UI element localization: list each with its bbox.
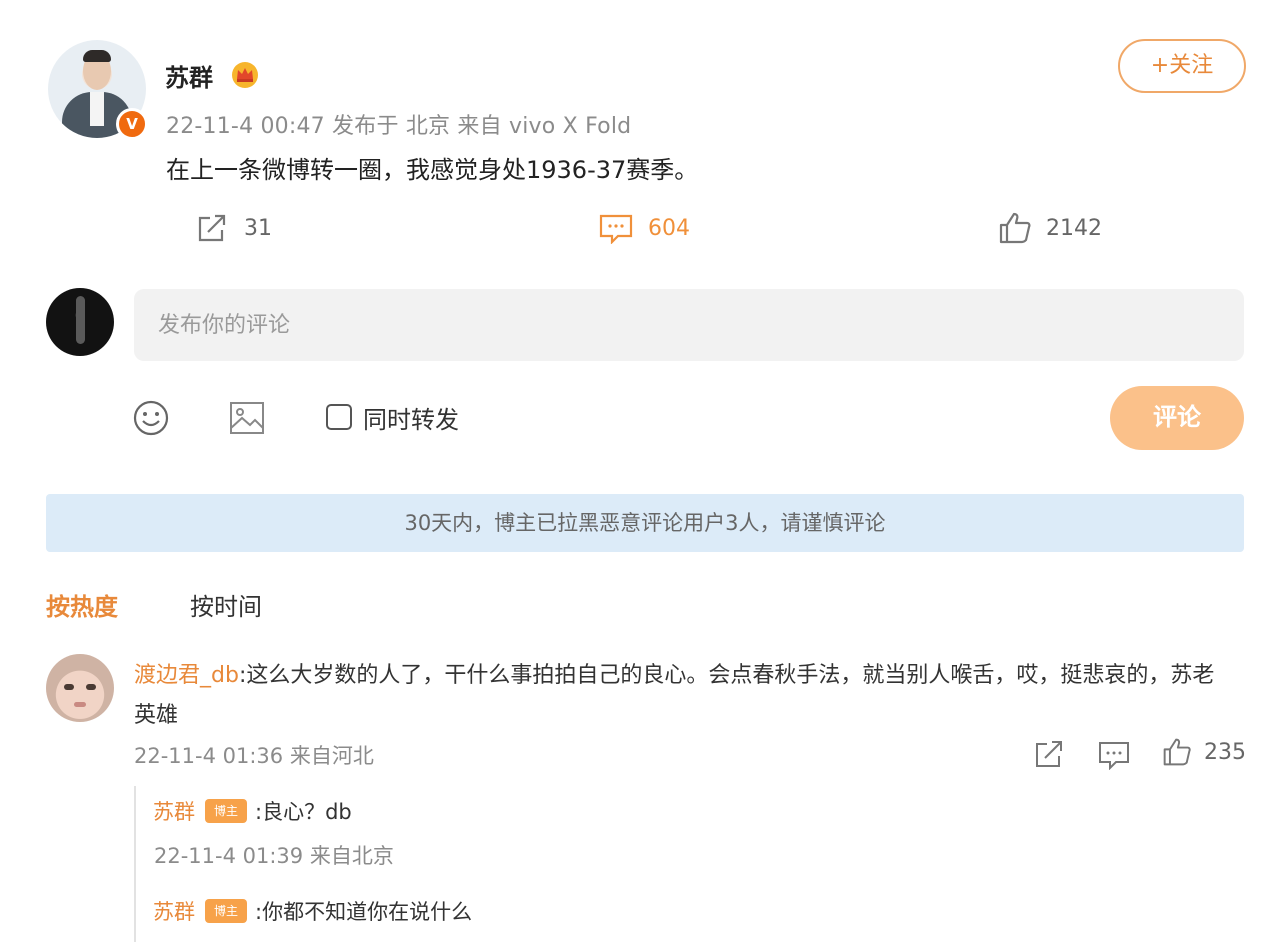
repost-action[interactable]: 31 (196, 210, 272, 246)
author-tag-badge: 博主 (205, 799, 247, 823)
comment-icon (599, 214, 633, 244)
reply-meta: 22-11-4 01:39 来自北京 (154, 844, 394, 868)
comment-content: :这么大岁数的人了，干什么事拍拍自己的良心。会点春秋手法，就当别人喉舌，哎，挺悲… (134, 663, 1215, 728)
emoji-icon[interactable] (132, 399, 170, 437)
reply-divider (134, 786, 136, 942)
reply-text: :良心？db (255, 800, 352, 824)
repost-checkbox-label[interactable]: 同时转发 (363, 400, 459, 435)
image-icon[interactable] (228, 400, 266, 436)
reply-item: 苏群 博主 :你都不知道你在说什么 (153, 896, 472, 926)
comment-reply-icon[interactable] (1098, 740, 1130, 770)
submit-comment-button[interactable]: 评论 (1110, 386, 1244, 450)
repost-count: 31 (244, 215, 272, 241)
comment-repost-icon[interactable] (1034, 739, 1066, 769)
crown-icon (232, 62, 258, 88)
reply-author[interactable]: 苏群 (153, 896, 195, 926)
follow-button[interactable]: +关注 (1118, 39, 1246, 93)
like-action[interactable]: 2142 (998, 210, 1102, 246)
comment-like-action[interactable]: 235 (1162, 736, 1246, 768)
comment-text: 渡边君_db:这么大岁数的人了，干什么事拍拍自己的良心。会点春秋手法，就当别人喉… (134, 656, 1224, 736)
reply-text: :你都不知道你在说什么 (255, 900, 473, 924)
commenter-avatar[interactable] (46, 654, 114, 722)
tab-sort-by-hot[interactable]: 按热度 (46, 587, 118, 622)
author-name[interactable]: 苏群 (165, 58, 213, 93)
repost-checkbox[interactable] (326, 404, 352, 430)
like-count: 2142 (1046, 215, 1102, 241)
reply-item: 苏群 博主 :良心？db (153, 796, 352, 826)
my-avatar (46, 288, 114, 356)
post-text: 在上一条微博转一圈，我感觉身处1936-37赛季。 (166, 156, 699, 184)
comment-like-count: 235 (1204, 739, 1246, 765)
verified-badge: V (116, 108, 148, 140)
repost-icon (198, 214, 226, 242)
thumbs-up-icon (1163, 738, 1191, 766)
comment-action[interactable]: 604 (598, 210, 690, 246)
thumbs-up-icon (999, 212, 1031, 244)
blocklist-notice: 30天内，博主已拉黑恶意评论用户3人，请谨慎评论 (46, 494, 1244, 552)
comment-meta: 22-11-4 01:36 来自河北 (134, 744, 374, 768)
comment-count: 604 (648, 215, 690, 241)
reply-author[interactable]: 苏群 (153, 796, 195, 826)
post-meta: 22-11-4 00:47 发布于 北京 来自 vivo X Fold (166, 114, 632, 139)
comment-input[interactable] (134, 289, 1244, 361)
tab-sort-by-time[interactable]: 按时间 (190, 587, 262, 622)
commenter-name[interactable]: 渡边君_db (134, 663, 239, 688)
author-tag-badge: 博主 (205, 899, 247, 923)
